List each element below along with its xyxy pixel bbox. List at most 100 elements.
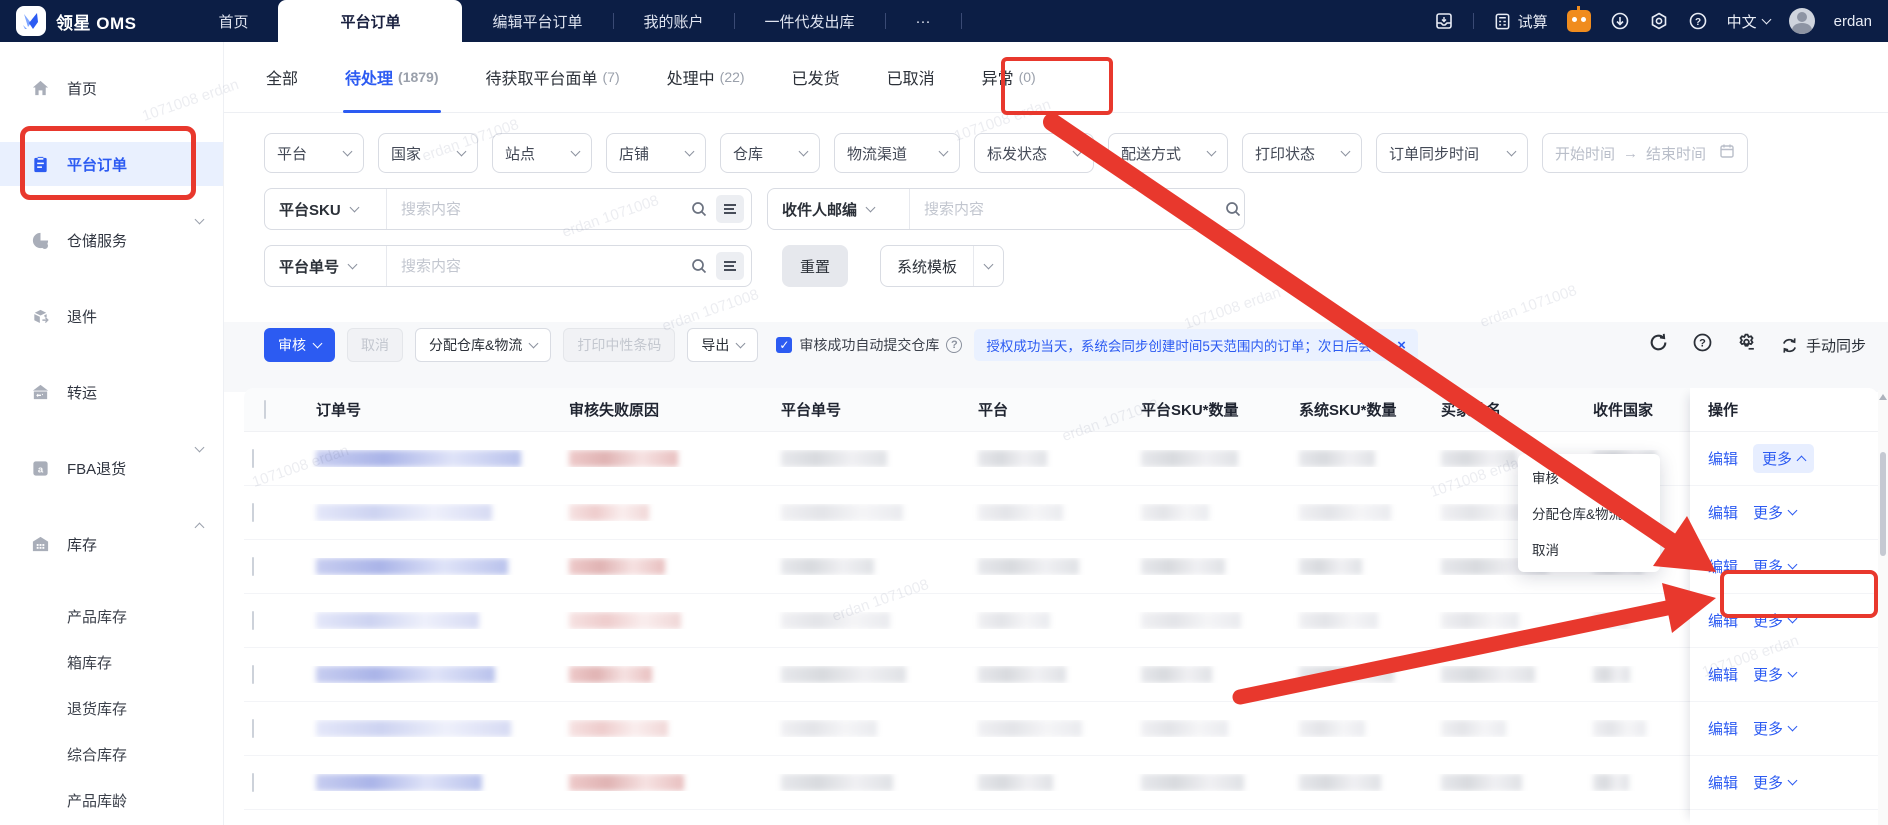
assign-warehouse-button[interactable]: 分配仓库&物流 <box>415 328 552 362</box>
row-checkbox[interactable] <box>252 556 254 576</box>
more-link[interactable]: 更多 <box>1753 664 1798 685</box>
trial-calc-button[interactable]: 试算 <box>1493 11 1548 32</box>
topnav-item-3[interactable]: 编辑平台订单 <box>462 0 612 42</box>
edit-link[interactable]: 编辑 <box>1708 556 1738 577</box>
assistant-robot-icon[interactable] <box>1566 6 1591 32</box>
filter-select-物流渠道[interactable]: 物流渠道 <box>834 133 960 173</box>
tab-待获取平台面单[interactable]: 待获取平台面单 (7) <box>486 42 620 113</box>
print-barcode-button[interactable]: 打印中性条码 <box>563 328 676 362</box>
help-icon[interactable]: ? <box>1688 11 1708 31</box>
settings-gear-icon[interactable] <box>1649 11 1669 31</box>
filter-select-订单同步时间[interactable]: 订单同步时间 <box>1376 133 1528 173</box>
tab-待处理[interactable]: 待处理 (1879) <box>343 42 441 113</box>
filter-select-平台[interactable]: 平台 <box>264 133 364 173</box>
filter-select-仓库[interactable]: 仓库 <box>720 133 820 173</box>
row-checkbox[interactable] <box>252 772 254 792</box>
sidebar-subitem-产品库龄[interactable]: 产品库龄 <box>0 780 223 820</box>
row-checkbox[interactable] <box>252 502 254 522</box>
language-selector[interactable]: 中文 <box>1727 11 1772 32</box>
reset-button[interactable]: 重置 <box>782 245 849 287</box>
sidebar-item-FBA退货[interactable]: a FBA退货 <box>0 442 223 490</box>
tab-已取消[interactable]: 已取消 <box>887 42 935 113</box>
edit-link[interactable]: 编辑 <box>1708 772 1738 793</box>
tab-异常[interactable]: 异常 (0) <box>982 42 1036 113</box>
search-icon[interactable] <box>690 200 708 218</box>
sidebar-subitem-箱库存[interactable]: 箱库存 <box>0 642 223 682</box>
vertical-scrollbar[interactable] <box>1878 390 1888 825</box>
batch-search-icon[interactable] <box>716 195 744 223</box>
edit-link[interactable]: 编辑 <box>1708 448 1738 469</box>
topnav-item-6[interactable]: ··· <box>886 0 961 42</box>
download-icon[interactable] <box>1610 11 1630 31</box>
filter-select-站点[interactable]: 站点 <box>492 133 592 173</box>
search-input-收件人邮编[interactable] <box>910 200 1224 218</box>
tab-处理中[interactable]: 处理中 (22) <box>667 42 745 113</box>
more-link[interactable]: 更多 <box>1753 772 1798 793</box>
manual-sync-button[interactable]: 手动同步 <box>1780 335 1866 356</box>
edit-link[interactable]: 编辑 <box>1708 502 1738 523</box>
tab-已发货[interactable]: 已发货 <box>792 42 840 113</box>
search-field-select-平台单号[interactable]: 平台单号 <box>265 246 387 286</box>
sidebar-item-首页[interactable]: 首页 <box>0 66 223 110</box>
sidebar-subitem-退货库存[interactable]: 退货库存 <box>0 688 223 728</box>
column-settings-icon[interactable] <box>1736 332 1757 358</box>
search-icon[interactable] <box>1224 200 1242 218</box>
batch-search-icon[interactable] <box>716 252 744 280</box>
topnav-item-1[interactable]: 首页 <box>188 0 278 42</box>
help-icon[interactable]: ? <box>946 337 963 353</box>
menu-item-取消[interactable]: 取消 <box>1518 531 1660 567</box>
filter-select-国家[interactable]: 国家 <box>378 133 478 173</box>
more-link[interactable]: 更多 <box>1753 718 1798 739</box>
row-checkbox[interactable] <box>252 718 254 738</box>
topnav-item-5[interactable]: 一件代发出库 <box>735 0 885 42</box>
edit-link[interactable]: 编辑 <box>1708 664 1738 685</box>
row-actions: 编辑更多 <box>1690 756 1878 810</box>
filter-select-店铺[interactable]: 店铺 <box>606 133 706 173</box>
row-checkbox[interactable] <box>252 610 254 630</box>
sidebar-item-仓储服务[interactable]: 仓储服务 <box>0 214 223 262</box>
menu-item-审核[interactable]: 审核 <box>1518 459 1660 495</box>
tab-全部[interactable]: 全部 <box>266 42 298 113</box>
audit-button[interactable]: 审核 <box>264 328 335 362</box>
sidebar-item-库存[interactable]: 库存 <box>0 522 223 566</box>
topnav-item-4[interactable]: 我的账户 <box>614 0 734 42</box>
more-link[interactable]: 更多 <box>1753 556 1798 577</box>
search-input-平台SKU[interactable] <box>387 200 690 218</box>
export-button[interactable]: 导出 <box>687 328 759 362</box>
more-link[interactable]: 更多 <box>1753 502 1798 523</box>
user-avatar[interactable] <box>1788 8 1815 34</box>
more-link[interactable]: 更多 <box>1753 610 1798 631</box>
sidebar-item-转运[interactable]: 转运 <box>0 370 223 414</box>
menu-item-分配仓库&物流[interactable]: 分配仓库&物流 <box>1518 495 1660 531</box>
auto-submit-checkbox[interactable]: ✓ <box>776 337 793 353</box>
search-field-select-收件人邮编[interactable]: 收件人邮编 <box>768 189 910 229</box>
sidebar-item-退件[interactable]: 退件 <box>0 294 223 338</box>
search-field-select-平台SKU[interactable]: 平台SKU <box>265 189 387 229</box>
search-icon[interactable] <box>690 257 708 275</box>
edit-link[interactable]: 编辑 <box>1708 610 1738 631</box>
banner-close-icon[interactable]: × <box>1397 337 1406 354</box>
row-checkbox[interactable] <box>252 664 254 684</box>
refresh-icon[interactable] <box>1648 332 1669 358</box>
chevron-down-icon[interactable] <box>973 246 1003 286</box>
search-input-平台单号[interactable] <box>387 257 690 275</box>
filter-select-打印状态[interactable]: 打印状态 <box>1242 133 1362 173</box>
filter-select-标发状态[interactable]: 标发状态 <box>974 133 1094 173</box>
date-range-picker[interactable]: 开始时间 → 结束时间 <box>1542 133 1748 173</box>
username[interactable]: erdan <box>1834 13 1872 30</box>
cancel-button[interactable]: 取消 <box>347 328 403 362</box>
scroll-up-arrow-icon[interactable] <box>1879 394 1887 400</box>
inbox-icon[interactable] <box>1434 11 1454 31</box>
sidebar-subitem-产品库存[interactable]: 产品库存 <box>0 596 223 636</box>
filter-select-配送方式[interactable]: 配送方式 <box>1108 133 1228 173</box>
topnav-item-2[interactable]: 平台订单 <box>278 0 463 42</box>
scrollbar-thumb[interactable] <box>1880 452 1886 556</box>
sidebar-item-平台订单[interactable]: 平台订单 <box>0 142 223 186</box>
more-link[interactable]: 更多 <box>1753 444 1815 473</box>
edit-link[interactable]: 编辑 <box>1708 718 1738 739</box>
row-checkbox[interactable] <box>252 448 254 468</box>
help-icon[interactable]: ? <box>1692 332 1713 358</box>
system-template-dropdown[interactable]: 系统模板 <box>880 245 1005 287</box>
sidebar-subitem-综合库存[interactable]: 综合库存 <box>0 734 223 774</box>
select-all-checkbox[interactable] <box>264 399 266 419</box>
